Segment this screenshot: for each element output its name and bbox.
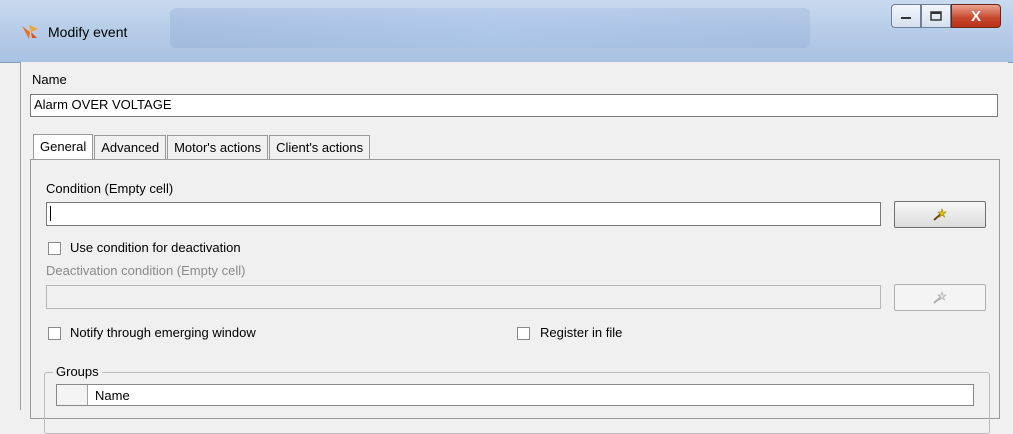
wand-icon — [933, 207, 947, 221]
maximize-button[interactable] — [921, 4, 951, 28]
text-caret — [50, 206, 51, 222]
condition-input[interactable] — [46, 202, 881, 226]
use-condition-label: Use condition for deactivation — [70, 240, 241, 255]
tab-advanced[interactable]: Advanced — [94, 135, 167, 160]
background-blur — [170, 8, 810, 48]
grid-row-selector-header[interactable] — [57, 385, 88, 405]
deactivation-label: Deactivation condition (Empty cell) — [46, 263, 246, 278]
condition-edit-button[interactable] — [894, 201, 986, 228]
minimize-button[interactable] — [891, 4, 921, 28]
grid-column-name[interactable]: Name — [95, 388, 130, 403]
tab-strip: General Advanced Motor's actions Client'… — [33, 134, 371, 160]
groups-grid-header: Name — [56, 384, 974, 406]
name-label: Name — [32, 72, 67, 87]
tab-clients-actions[interactable]: Client's actions — [269, 135, 371, 160]
tab-motors-actions[interactable]: Motor's actions — [167, 135, 269, 160]
close-icon: X — [970, 7, 981, 25]
event-app-icon — [22, 25, 38, 39]
title-bar: Modify event X — [0, 0, 1013, 63]
deactivation-edit-button[interactable] — [894, 284, 986, 311]
notify-checkbox[interactable] — [48, 327, 61, 340]
maximize-icon — [930, 11, 942, 21]
tab-general[interactable]: General — [33, 134, 94, 159]
groups-label: Groups — [53, 364, 102, 379]
window-title: Modify event — [48, 24, 128, 40]
use-condition-checkbox[interactable] — [48, 242, 61, 255]
notify-label: Notify through emerging window — [70, 325, 256, 340]
name-input[interactable]: Alarm OVER VOLTAGE — [30, 94, 998, 117]
register-label: Register in file — [540, 325, 623, 340]
window-controls: X — [891, 4, 1001, 32]
close-button[interactable]: X — [951, 4, 1001, 28]
register-checkbox[interactable] — [517, 327, 530, 340]
minimize-icon — [901, 17, 911, 19]
condition-label: Condition (Empty cell) — [46, 181, 174, 196]
wand-icon-disabled — [933, 290, 947, 304]
deactivation-input[interactable] — [46, 285, 881, 309]
